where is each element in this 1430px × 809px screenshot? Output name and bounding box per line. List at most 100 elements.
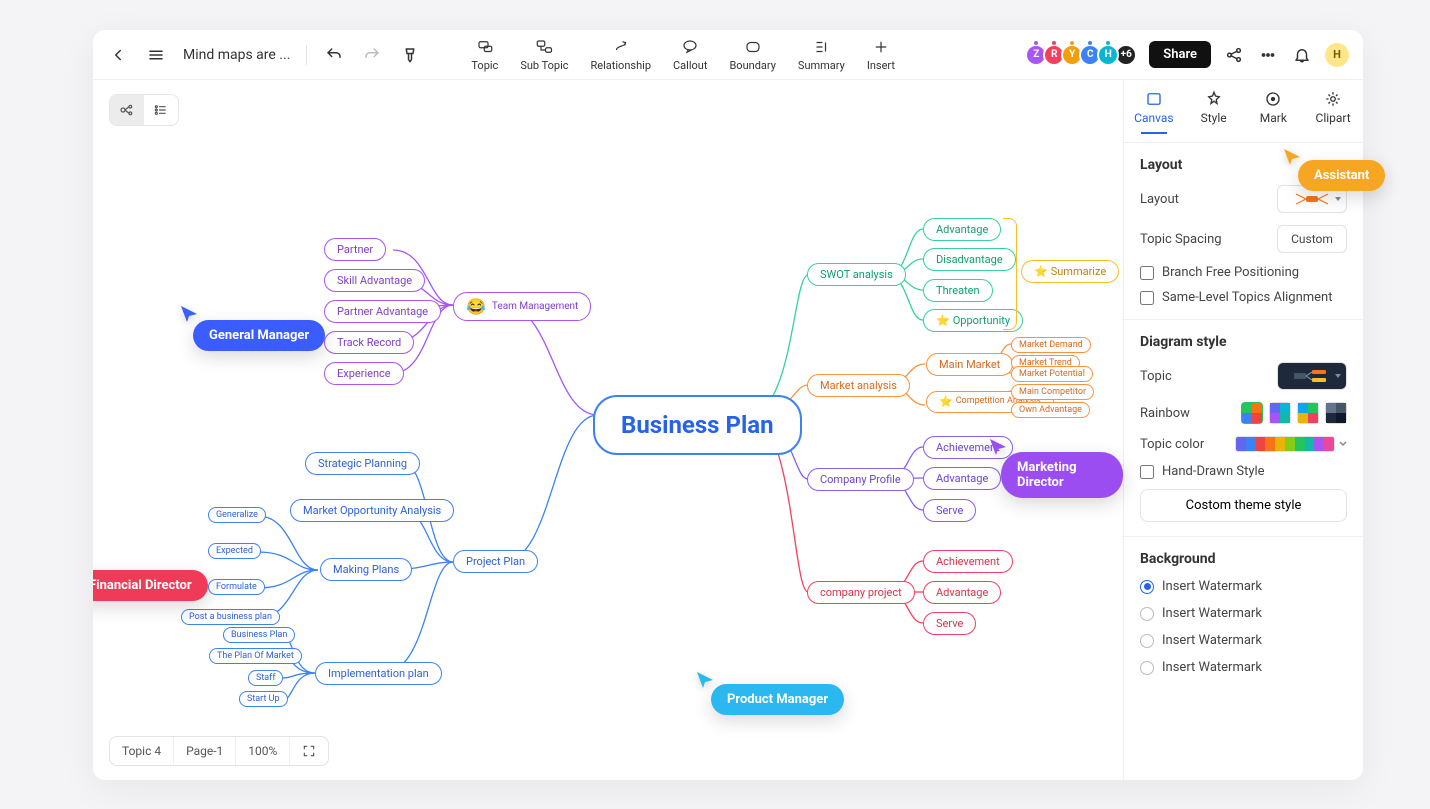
tool-boundary[interactable]: Boundary	[729, 37, 775, 72]
menu-button[interactable]	[145, 44, 167, 66]
node-swot[interactable]: SWOT analysis	[807, 263, 906, 286]
notifications-icon[interactable]	[1291, 44, 1313, 66]
status-zoom[interactable]: 100%	[236, 737, 290, 765]
topic-style-select[interactable]	[1277, 362, 1347, 390]
node-central[interactable]: Business Plan	[593, 395, 802, 455]
node[interactable]: Own Advantage	[1011, 402, 1090, 418]
share-button[interactable]: Share	[1149, 41, 1211, 68]
node-team-management[interactable]: 😂Team Management	[453, 292, 591, 321]
share-link-icon[interactable]	[1223, 44, 1245, 66]
rainbow-option[interactable]	[1325, 402, 1347, 424]
node-market-analysis[interactable]: Market analysis	[807, 374, 910, 397]
tool-topic[interactable]: Topic	[471, 37, 498, 72]
node[interactable]: Business Plan	[223, 627, 295, 643]
role-tag-marketing-director: Marketing Director	[1001, 452, 1123, 498]
layout-label: Layout	[1140, 192, 1179, 207]
node-project-plan[interactable]: Project Plan	[453, 550, 538, 573]
node[interactable]: Experience	[324, 362, 404, 385]
rainbow-option[interactable]	[1241, 402, 1263, 424]
node[interactable]: Partner Advantage	[324, 300, 441, 323]
panel-section-background: Background Insert Watermark Insert Water…	[1124, 537, 1363, 689]
node[interactable]: Serve	[923, 612, 976, 635]
view-mindmap-button[interactable]	[110, 95, 144, 125]
section-title: Background	[1140, 551, 1347, 567]
node[interactable]: Main Competitor	[1011, 384, 1094, 400]
document-title[interactable]: Mind maps are ...	[183, 47, 290, 63]
node[interactable]: Making Plans	[320, 558, 412, 581]
node[interactable]: Start Up	[239, 691, 288, 707]
node[interactable]: Generalize	[208, 507, 266, 523]
more-icon[interactable]	[1257, 44, 1279, 66]
watermark-option[interactable]: Insert Watermark	[1140, 633, 1347, 648]
node[interactable]: Track Record	[324, 331, 414, 354]
node[interactable]: Market Potential	[1011, 366, 1093, 382]
node[interactable]: The Plan Of Market	[209, 648, 302, 664]
node[interactable]: Serve	[923, 499, 976, 522]
node[interactable]: Threaten	[923, 279, 993, 302]
view-toggle	[109, 94, 179, 126]
node[interactable]: Strategic Planning	[305, 452, 420, 475]
node[interactable]: Main Market	[926, 353, 1013, 376]
panel-tab-mark[interactable]: Mark	[1244, 80, 1304, 142]
node-company-project[interactable]: company project	[807, 581, 915, 604]
custom-theme-button[interactable]: Costom theme style	[1140, 489, 1347, 522]
node[interactable]: Expected	[208, 543, 261, 559]
topic-style-label: Topic	[1140, 369, 1172, 384]
chevron-down-icon	[1339, 440, 1347, 448]
topic-color-label: Topic color	[1140, 437, 1204, 452]
redo-button[interactable]	[361, 44, 383, 66]
cursor-icon	[695, 670, 715, 694]
tool-sub-topic[interactable]: Sub Topic	[520, 37, 568, 72]
rainbow-option[interactable]	[1269, 402, 1291, 424]
node[interactable]: Advantage	[923, 467, 1001, 490]
tool-summary[interactable]: Summary	[798, 37, 845, 72]
collaborator-avatars[interactable]: Z R Y C H +6	[1029, 44, 1137, 66]
watermark-option[interactable]: Insert Watermark	[1140, 579, 1347, 594]
panel-tab-canvas[interactable]: Canvas	[1124, 80, 1184, 142]
status-topic-count[interactable]: Topic 4	[110, 737, 174, 765]
panel-tab-style[interactable]: Style	[1184, 80, 1244, 142]
mindmap-canvas[interactable]: Business Plan 😂Team Management Partner S…	[93, 80, 1123, 780]
avatar[interactable]: H	[1097, 44, 1119, 66]
watermark-option[interactable]: Insert Watermark	[1140, 660, 1347, 675]
current-user-avatar[interactable]: H	[1325, 43, 1349, 67]
panel-tab-clipart[interactable]: Clipart	[1303, 80, 1363, 142]
hand-drawn-checkbox[interactable]: Hand-Drawn Style	[1140, 464, 1347, 479]
node[interactable]: Market Demand	[1011, 337, 1091, 353]
laughing-emoji-icon: 😂	[466, 297, 486, 316]
watermark-option[interactable]: Insert Watermark	[1140, 606, 1347, 621]
node[interactable]: Advantage	[923, 218, 1001, 241]
node-summarize[interactable]: ⭐Summarize	[1021, 260, 1119, 283]
topic-color-select[interactable]	[1235, 436, 1335, 452]
node[interactable]: Post a business plan	[181, 609, 280, 625]
role-tag-product-manager: Product Manager	[711, 684, 844, 715]
status-bar: Topic 4 Page-1 100%	[109, 736, 329, 766]
node[interactable]: Implementation plan	[315, 662, 442, 685]
tool-relationship[interactable]: Relationship	[591, 37, 651, 72]
rainbow-option[interactable]	[1297, 402, 1319, 424]
back-button[interactable]	[107, 44, 129, 66]
view-outline-button[interactable]	[144, 95, 178, 125]
node-company-profile[interactable]: Company Profile	[807, 468, 914, 491]
top-toolbar: Mind maps are ... Topic Sub Topic Relati…	[93, 30, 1363, 80]
tool-callout[interactable]: Callout	[673, 37, 707, 72]
node[interactable]: Advantage	[923, 581, 1001, 604]
branch-free-checkbox[interactable]: Branch Free Positioning	[1140, 265, 1347, 280]
fullscreen-button[interactable]	[290, 737, 328, 765]
same-level-checkbox[interactable]: Same-Level Topics Alignment	[1140, 290, 1347, 305]
status-page[interactable]: Page-1	[174, 737, 236, 765]
cursor-icon	[988, 437, 1008, 461]
node[interactable]: Formulate	[208, 579, 265, 595]
tool-insert[interactable]: Insert	[867, 37, 895, 72]
node[interactable]: Disadvantage	[923, 248, 1016, 271]
undo-button[interactable]	[323, 44, 345, 66]
node[interactable]: Achievement	[923, 550, 1013, 573]
node[interactable]: Staff	[248, 670, 283, 686]
node[interactable]: Partner	[324, 238, 386, 261]
format-painter-button[interactable]	[399, 44, 421, 66]
node[interactable]: Market Opportunity Analysis	[290, 499, 454, 522]
spacing-select[interactable]: Custom	[1277, 225, 1347, 253]
star-icon: ⭐	[1034, 265, 1048, 278]
node[interactable]: Skill Advantage	[324, 269, 425, 292]
role-tag-general-manager: General Manager	[193, 320, 325, 351]
